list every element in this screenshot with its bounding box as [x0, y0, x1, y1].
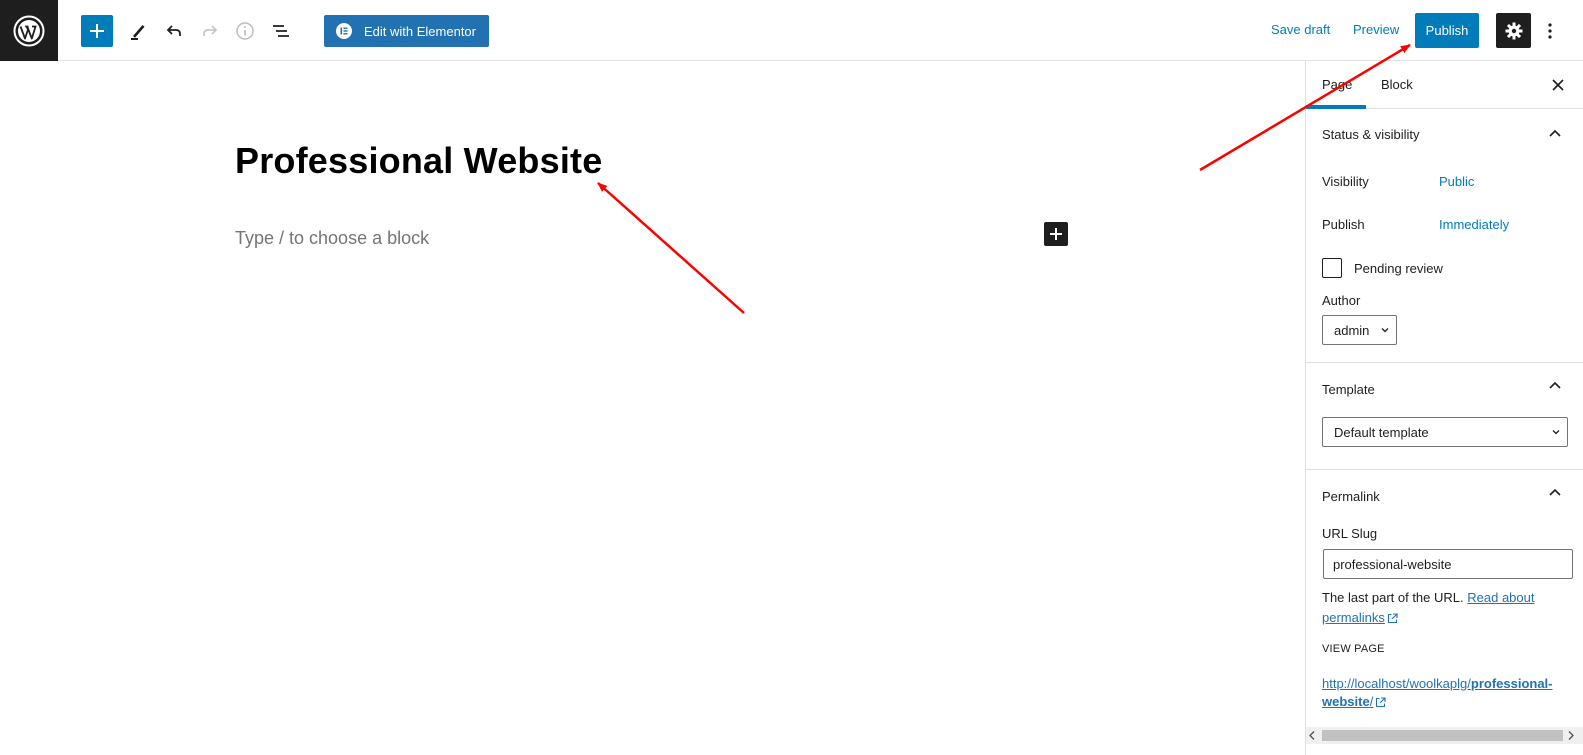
arrow-right-icon[interactable] — [1568, 731, 1574, 740]
permalink-help: The last part of the URL. Read about per… — [1322, 588, 1562, 628]
template-select[interactable]: Default template — [1322, 417, 1568, 447]
external-link-icon — [1376, 697, 1386, 708]
list-view-button[interactable] — [264, 14, 298, 48]
permalink-toggle[interactable]: Permalink — [1306, 470, 1583, 520]
arrow-to-title — [597, 182, 745, 314]
options-button[interactable] — [1540, 16, 1560, 46]
template-panel: Template Default template — [1306, 363, 1583, 470]
author-select-value: admin — [1334, 322, 1370, 338]
gear-icon — [1505, 22, 1522, 39]
info-icon — [236, 22, 254, 40]
status-visibility-toggle[interactable]: Status & visibility — [1306, 109, 1583, 159]
sidebar-tabs: Page Block — [1306, 61, 1583, 109]
block-placeholder[interactable]: Type / to choose a block — [235, 228, 429, 249]
settings-button[interactable] — [1496, 13, 1531, 48]
save-draft-button[interactable]: Save draft — [1271, 22, 1330, 37]
plus-icon — [1050, 228, 1062, 240]
vertical-ellipsis-icon — [1548, 23, 1552, 39]
undo-icon — [166, 25, 181, 36]
tab-page[interactable]: Page — [1306, 61, 1366, 109]
panel-title: Permalink — [1322, 489, 1380, 504]
visibility-value-button[interactable]: Public — [1439, 174, 1474, 189]
author-select[interactable]: admin — [1322, 315, 1397, 345]
url-slug-label: URL Slug — [1322, 526, 1378, 541]
visibility-label: Visibility — [1322, 174, 1369, 189]
close-sidebar-button[interactable] — [1548, 75, 1568, 95]
chevron-up-icon — [1549, 488, 1561, 496]
sidebar-horizontal-scrollbar[interactable] — [1306, 727, 1583, 744]
publish-button[interactable]: Publish — [1415, 13, 1479, 48]
pencil-icon — [131, 25, 145, 40]
status-visibility-panel: Status & visibility Visibility Public Pu… — [1306, 109, 1583, 363]
redo-icon — [203, 25, 218, 36]
url-base: http://localhost/woolkaplg/ — [1322, 676, 1471, 691]
close-icon — [1552, 79, 1564, 91]
chevron-up-icon — [1549, 129, 1561, 137]
post-title[interactable]: Professional Website — [235, 140, 602, 182]
url-tail: / — [1369, 694, 1374, 709]
template-toggle[interactable]: Template — [1306, 363, 1583, 413]
elementor-icon — [336, 23, 352, 39]
permalink-help-text: The last part of the URL. — [1322, 590, 1464, 605]
chevron-down-icon — [1552, 430, 1560, 435]
tools-button[interactable] — [121, 14, 155, 48]
editor-header: Edit with Elementor Save draft Preview P… — [0, 0, 1583, 61]
url-slug-input[interactable]: professional-website — [1323, 549, 1573, 579]
chevron-up-icon — [1549, 381, 1561, 389]
preview-button[interactable]: Preview — [1353, 22, 1399, 37]
url-slug-value: professional-website — [1333, 556, 1452, 572]
wordpress-logo-icon[interactable] — [0, 0, 58, 61]
redo-button[interactable] — [193, 14, 227, 48]
scrollbar-thumb[interactable] — [1322, 730, 1563, 741]
arrow-left-icon[interactable] — [1309, 731, 1315, 740]
details-button[interactable] — [228, 14, 262, 48]
settings-sidebar: Page Block Status & visibility Visibilit… — [1305, 61, 1583, 755]
edit-with-elementor-label: Edit with Elementor — [364, 23, 476, 39]
panel-title: Template — [1322, 382, 1375, 397]
block-inserter-button[interactable] — [81, 15, 113, 47]
list-view-icon — [273, 25, 289, 37]
template-select-value: Default template — [1334, 424, 1429, 440]
undo-button[interactable] — [157, 14, 191, 48]
chevron-down-icon — [1381, 328, 1389, 333]
plus-icon — [90, 24, 104, 38]
view-page-label: VIEW PAGE — [1322, 643, 1385, 655]
publish-date-label: Publish — [1322, 217, 1365, 232]
author-label: Author — [1322, 293, 1361, 308]
view-page-link[interactable]: http://localhost/woolkaplg/professional-… — [1322, 675, 1567, 711]
permalink-panel: Permalink URL Slug professional-website … — [1306, 470, 1583, 755]
panel-title: Status & visibility — [1322, 127, 1420, 142]
external-link-icon — [1387, 613, 1398, 624]
publish-date-button[interactable]: Immediately — [1439, 217, 1509, 232]
pending-review-checkbox[interactable] — [1322, 258, 1342, 278]
pending-review-label: Pending review — [1354, 261, 1443, 276]
edit-with-elementor-button[interactable]: Edit with Elementor — [324, 15, 489, 47]
tab-block[interactable]: Block — [1381, 61, 1413, 109]
add-block-button[interactable] — [1044, 222, 1068, 246]
